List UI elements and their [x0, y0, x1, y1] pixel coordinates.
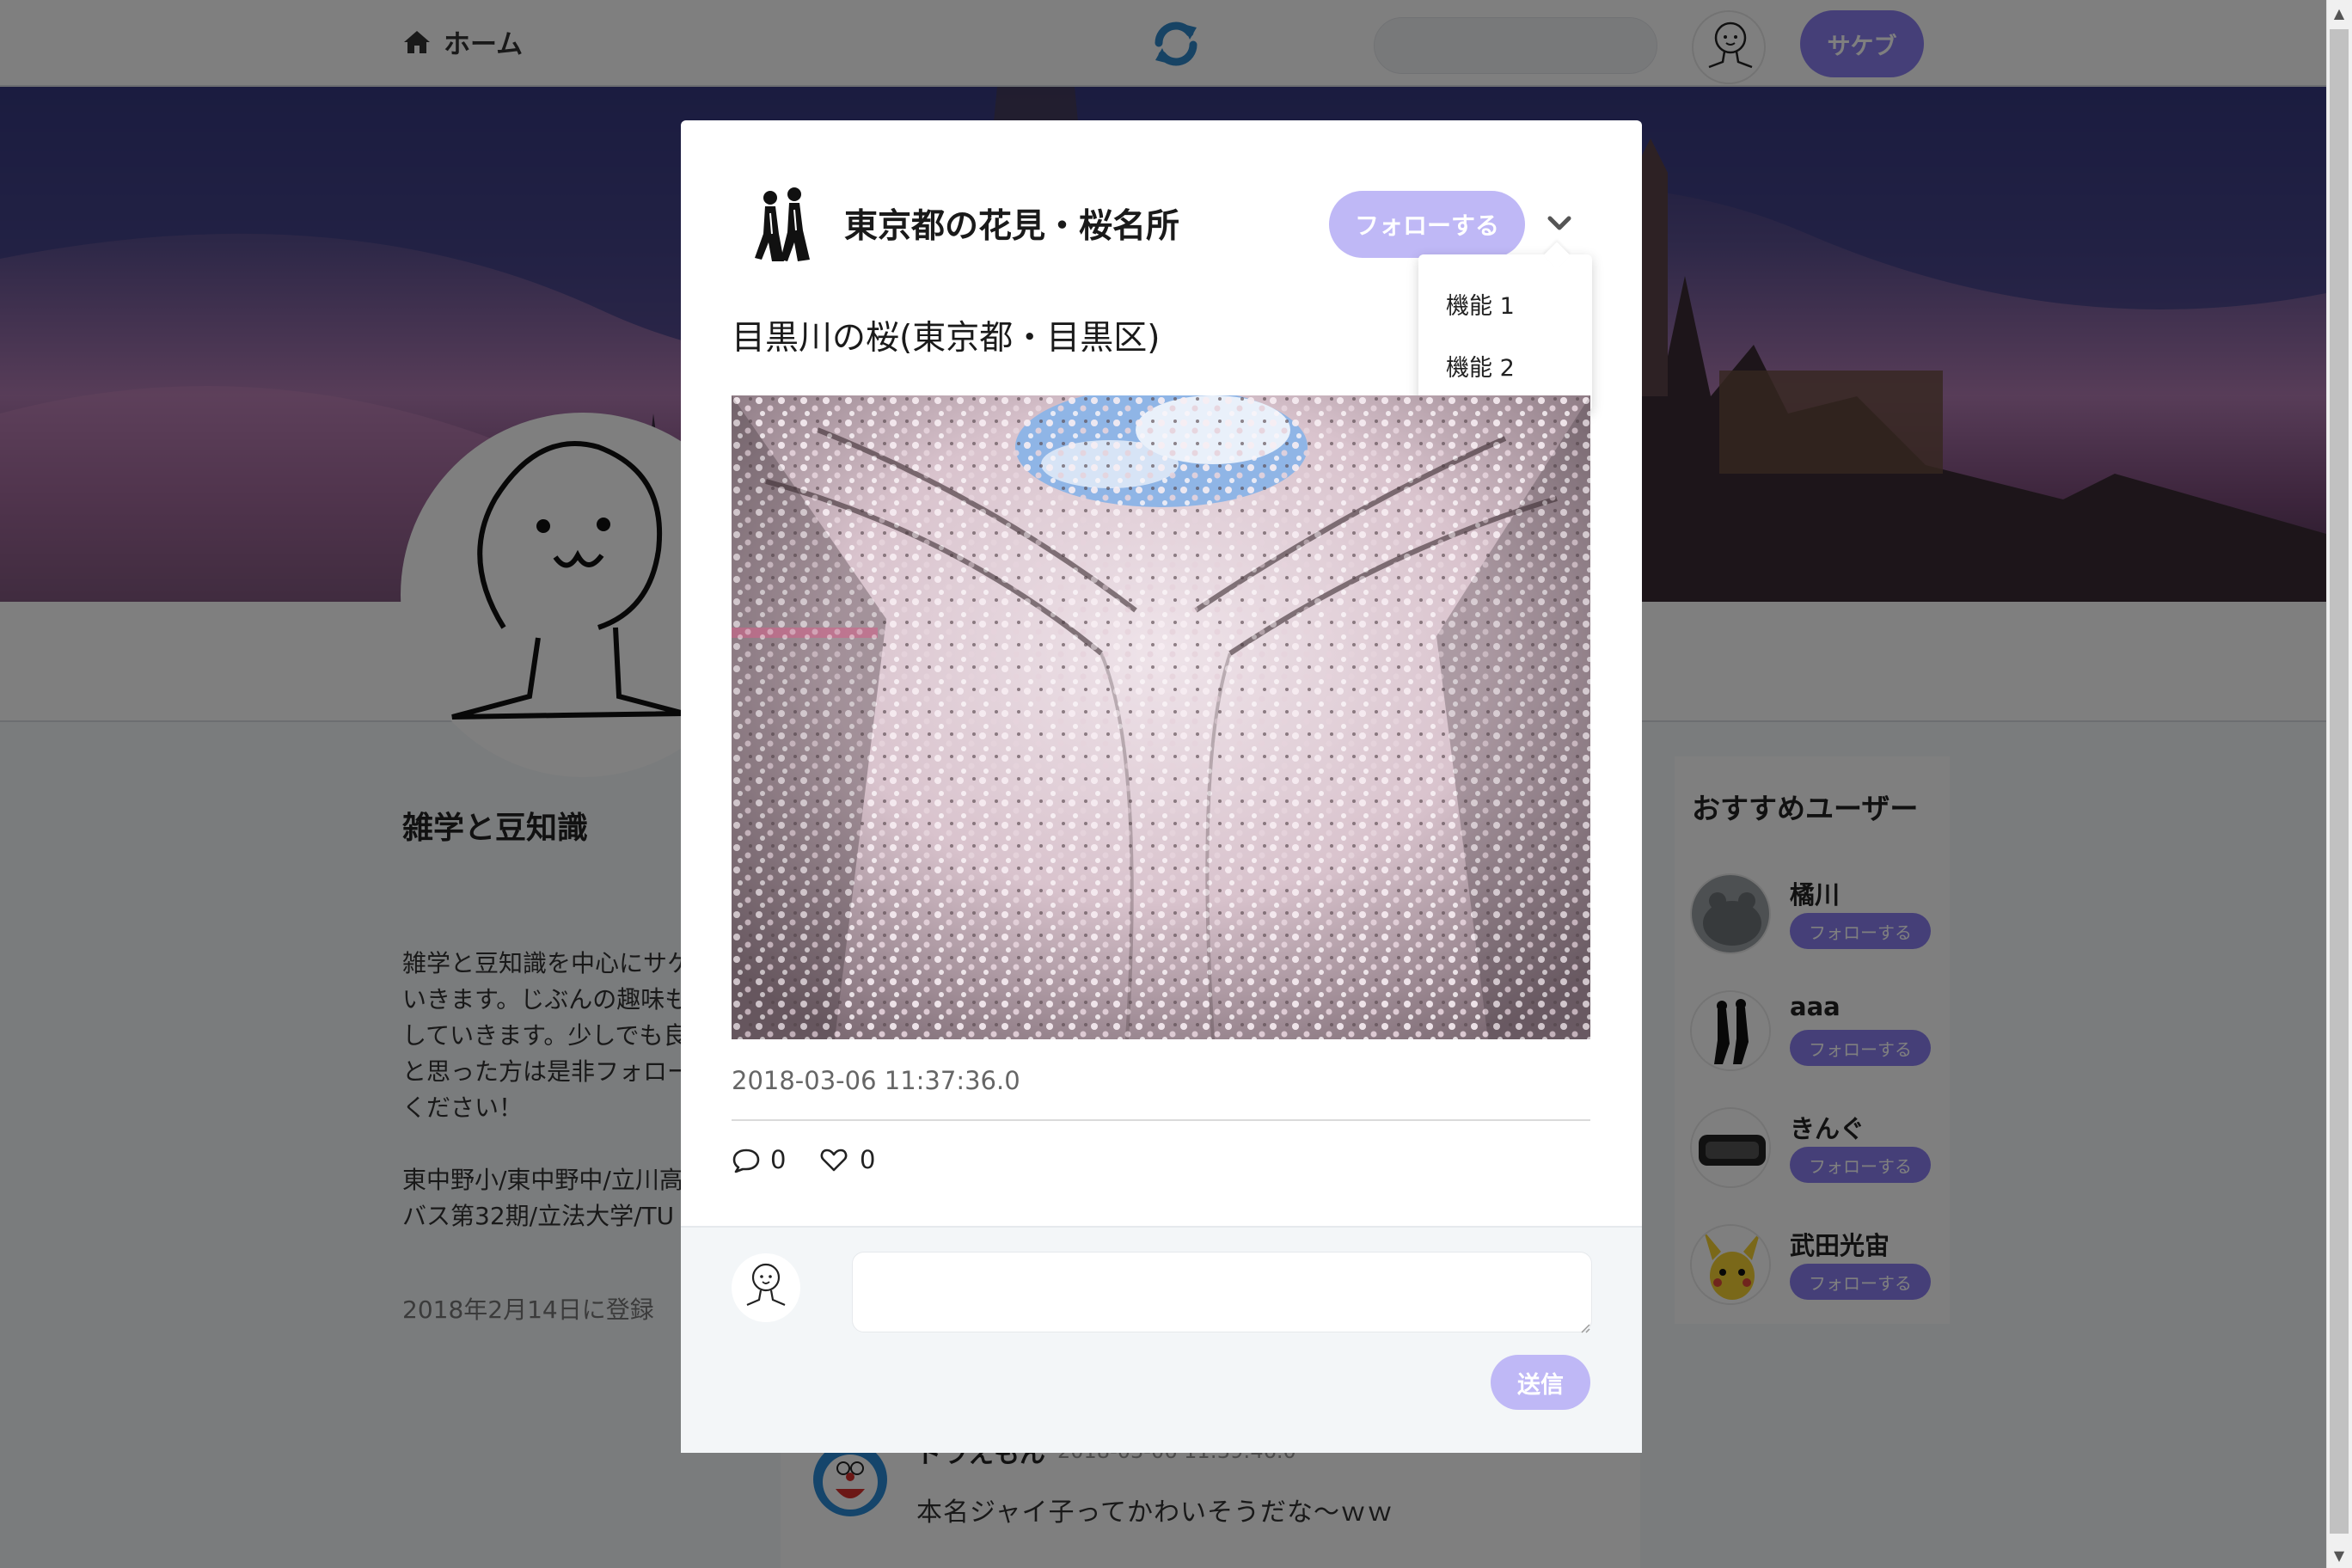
chevron-down-icon[interactable] [1542, 206, 1577, 241]
scroll-down-arrow-icon[interactable]: ▼ [2326, 1542, 2352, 1568]
post-timestamp: 2018-03-06 11:37:36.0 [732, 1066, 1020, 1095]
divider [732, 1119, 1590, 1121]
account-name[interactable]: 東京都の花見・桜名所 [844, 199, 1179, 248]
composer-user-avatar [732, 1253, 800, 1322]
post-title: 目黒川の桜(東京都・目黒区) [732, 319, 1161, 358]
comment-icon[interactable] [732, 1147, 761, 1174]
post-image[interactable] [732, 395, 1590, 1039]
follow-button[interactable]: フォローする [1329, 191, 1525, 258]
menu-item-feature-2[interactable]: 機能 2 [1446, 349, 1515, 383]
like-count: 0 [860, 1145, 876, 1174]
scrollbar-thumb[interactable] [2330, 29, 2349, 1534]
send-button[interactable]: 送信 [1491, 1355, 1590, 1410]
comment-textarea[interactable] [852, 1252, 1592, 1332]
scroll-up-arrow-icon[interactable]: ▲ [2326, 0, 2352, 26]
options-dropdown-menu [1418, 254, 1592, 411]
comment-count: 0 [770, 1145, 787, 1174]
resize-handle-icon[interactable] [1580, 1320, 1590, 1333]
account-avatar[interactable] [746, 182, 818, 265]
menu-item-feature-1[interactable]: 機能 1 [1446, 287, 1515, 321]
heart-icon[interactable] [820, 1147, 848, 1173]
